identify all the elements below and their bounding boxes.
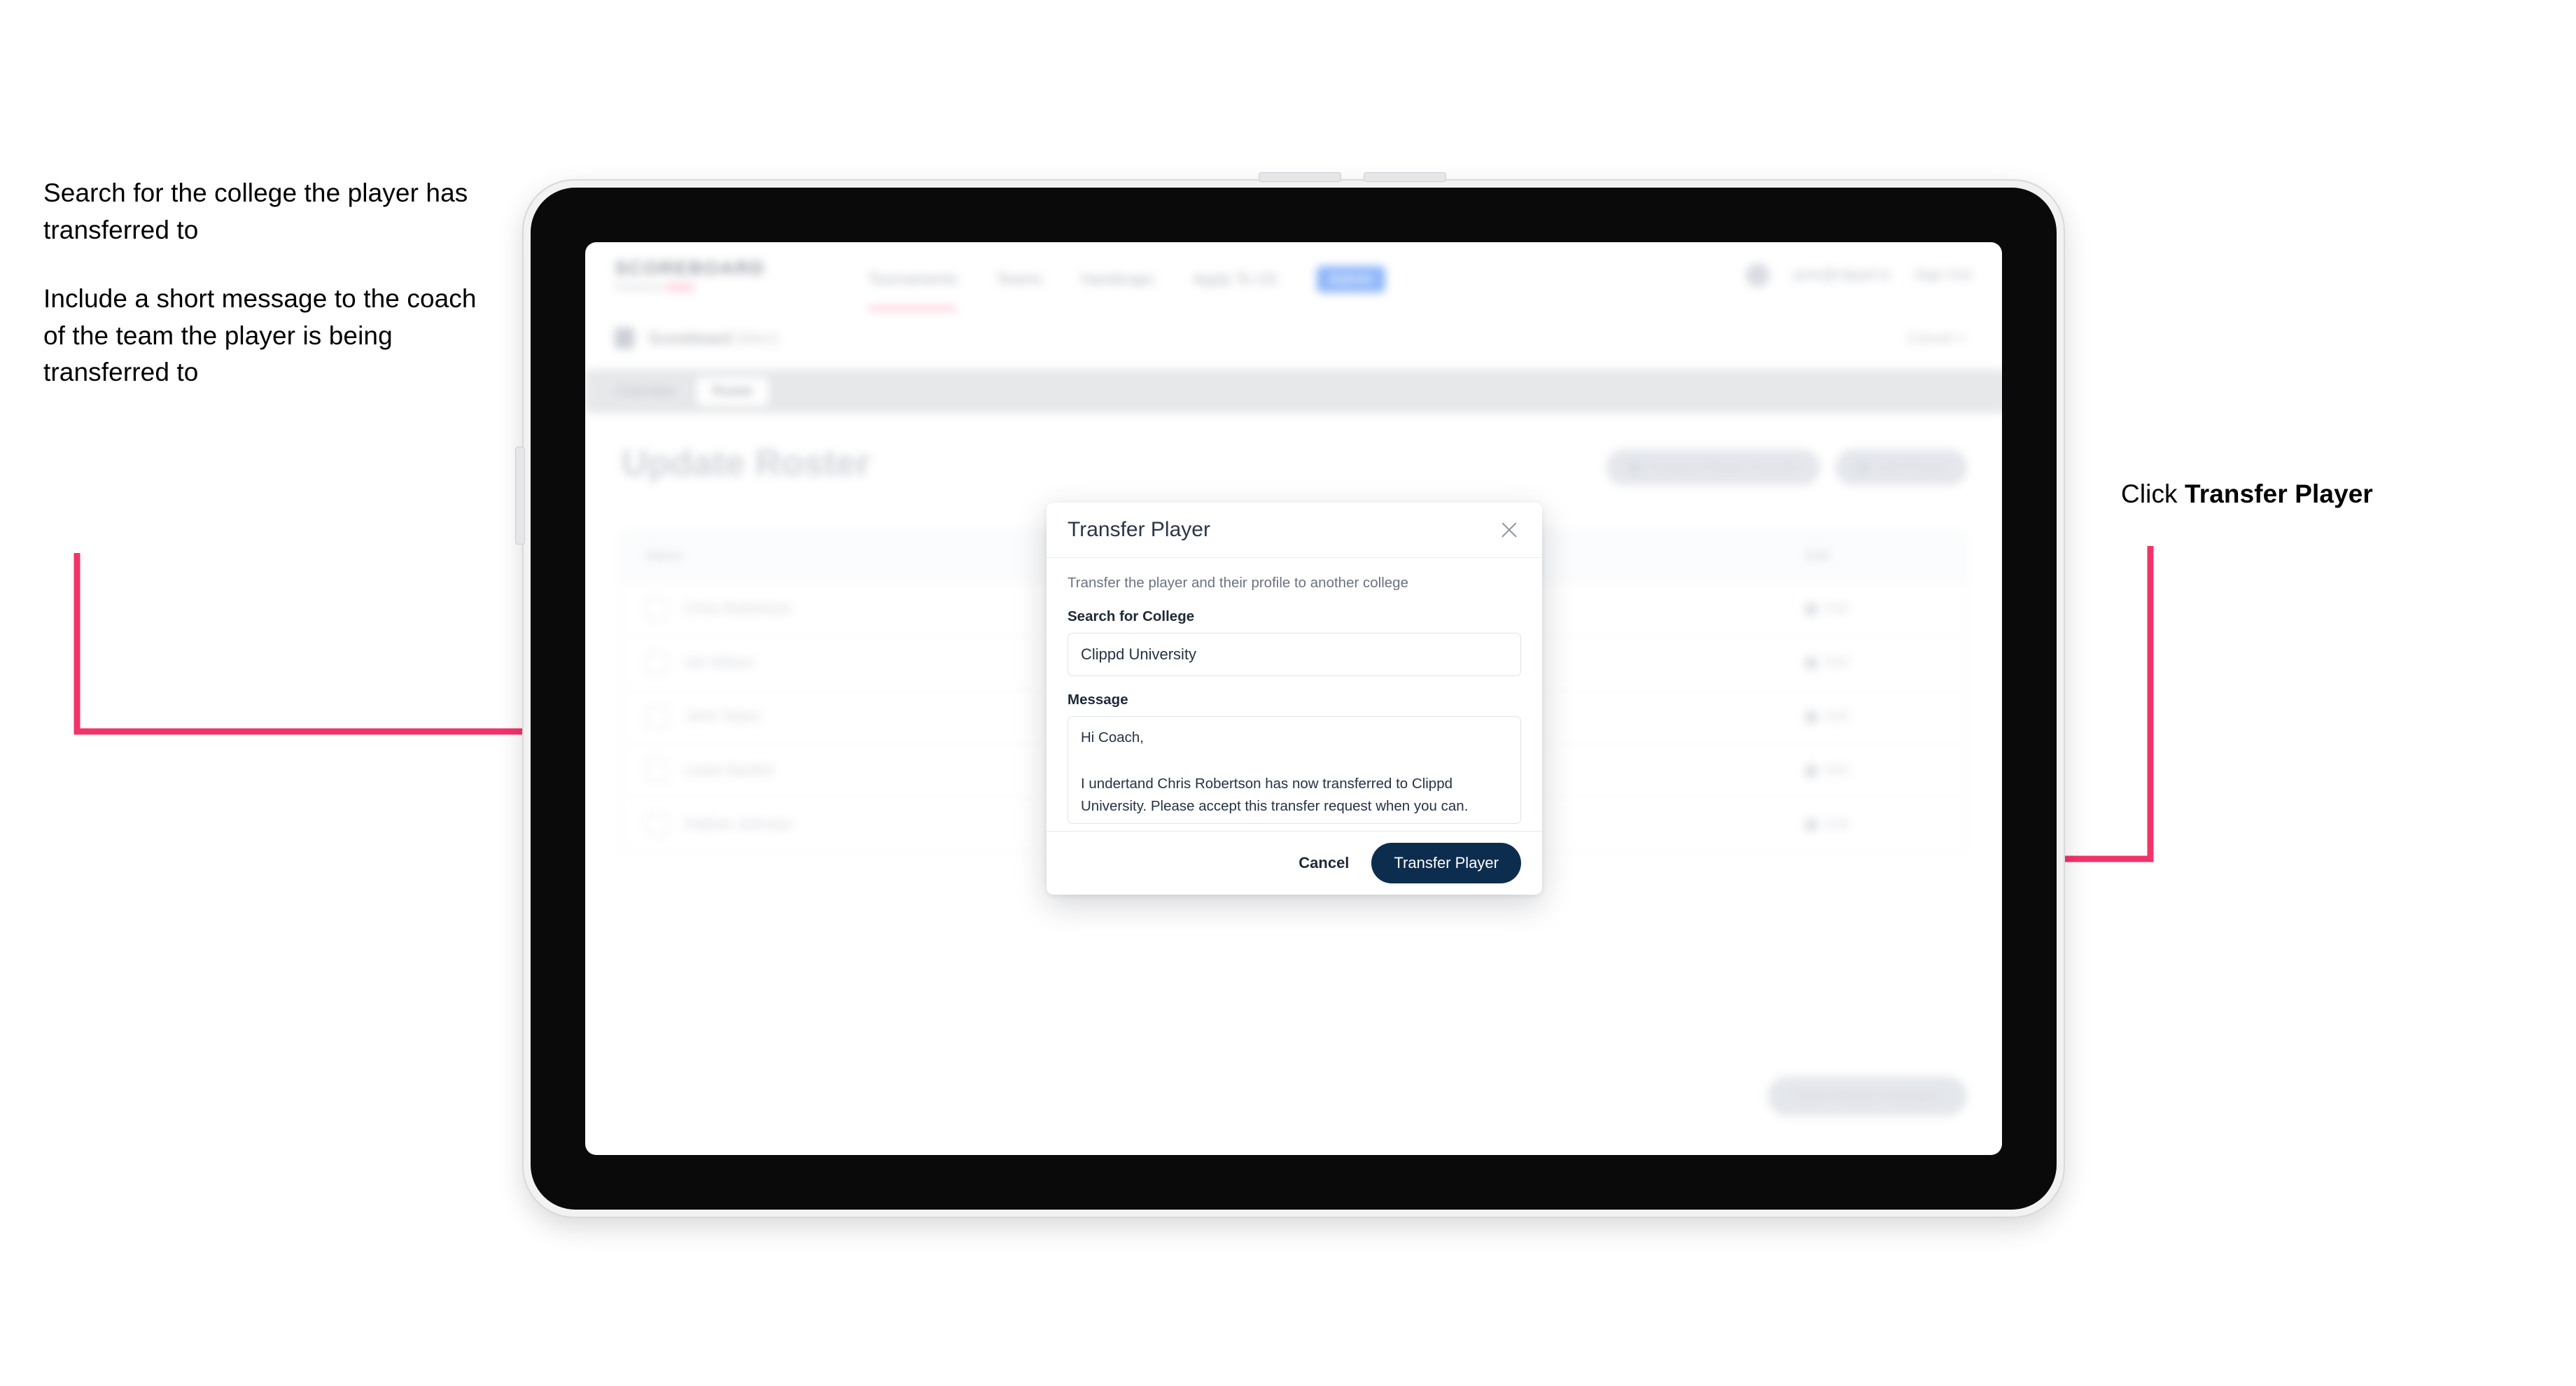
nav-links: Tournaments Teams Handicaps Apply To US … bbox=[868, 266, 1385, 312]
nav-user-email: jane@clippd.io bbox=[1793, 267, 1891, 283]
save-roster-changes-button[interactable]: Save Roster Changes bbox=[1767, 1077, 1967, 1116]
modal-header: Transfer Player bbox=[1046, 503, 1542, 558]
add-player-label: Add Player bbox=[1877, 459, 1946, 475]
message-textarea[interactable] bbox=[1068, 716, 1521, 824]
save-bar: Save Roster Changes bbox=[1767, 1077, 1967, 1116]
transfer-player-modal: Transfer Player Transfer the player and … bbox=[1046, 503, 1542, 895]
transfer-player-button[interactable]: Transfer Player bbox=[1371, 843, 1521, 883]
edit-link[interactable]: Edit bbox=[1826, 763, 1849, 778]
row-action-cell[interactable]: Edit bbox=[1777, 708, 1966, 726]
breadcrumb-title: Scoreboard (Men) bbox=[648, 329, 778, 348]
row-action-cell[interactable]: Edit bbox=[1777, 816, 1966, 834]
nav-link-teams[interactable]: Teams bbox=[996, 270, 1042, 288]
breadcrumb-bar: Scoreboard (Men) Cancel × bbox=[585, 309, 2002, 370]
modal-title: Transfer Player bbox=[1068, 518, 1210, 541]
annotation-right-prefix: Click bbox=[2121, 479, 2185, 508]
power-button[interactable] bbox=[515, 447, 525, 545]
nav-link-admin[interactable]: Admin bbox=[1316, 266, 1385, 293]
annotation-right: Click Transfer Player bbox=[2121, 476, 2513, 513]
transfer-icon bbox=[1627, 461, 1640, 474]
brand-logo[interactable]: SCOREBOARD Powered by Clippd bbox=[615, 258, 765, 292]
field-spacer bbox=[1068, 676, 1521, 692]
row-action-cell[interactable]: Edit bbox=[1777, 762, 1966, 780]
tabs-bar: Overview Roster bbox=[585, 370, 2002, 413]
annotation-right-bold: Transfer Player bbox=[2185, 479, 2373, 508]
request-player-transfer-label: Request Player Transfer bbox=[1648, 459, 1800, 475]
row-checkbox[interactable] bbox=[646, 598, 668, 620]
pencil-icon bbox=[1802, 600, 1820, 618]
brand-wordmark: SCOREBOARD bbox=[615, 258, 766, 279]
scoreboard-icon bbox=[615, 328, 634, 349]
nav-user-area: jane@clippd.io Sign Out bbox=[1746, 263, 1971, 287]
brand-tagline-prefix: Powered by bbox=[615, 281, 666, 292]
column-header-edit: Edit bbox=[1805, 549, 1830, 564]
page-title: Update Roster bbox=[622, 443, 871, 484]
modal-subtitle: Transfer the player and their profile to… bbox=[1068, 575, 1408, 591]
pencil-icon bbox=[1802, 816, 1820, 834]
nav-link-tournaments[interactable]: Tournaments bbox=[868, 270, 958, 312]
breadcrumb: Scoreboard (Men) bbox=[615, 328, 778, 349]
row-action-cell[interactable]: Edit bbox=[1777, 600, 1966, 618]
volume-up-button[interactable] bbox=[1259, 172, 1341, 182]
player-name: Nathan Johnson bbox=[685, 816, 792, 832]
row-checkbox[interactable] bbox=[646, 652, 668, 674]
player-name: Lewis Barden bbox=[685, 762, 775, 778]
edit-link[interactable]: Edit bbox=[1826, 817, 1849, 832]
nav-link-apply-to-us[interactable]: Apply To US bbox=[1193, 270, 1278, 288]
row-checkbox[interactable] bbox=[646, 760, 668, 782]
row-action-cell[interactable]: Edit bbox=[1777, 654, 1966, 672]
modal-footer: Cancel Transfer Player bbox=[1046, 831, 1542, 895]
add-player-button[interactable]: Add Player bbox=[1835, 449, 1967, 485]
page-actions: Request Player Transfer Add Player bbox=[1606, 449, 1967, 485]
search-college-input[interactable] bbox=[1068, 633, 1521, 676]
player-name: Ian Wilson bbox=[685, 654, 755, 671]
volume-down-button[interactable] bbox=[1364, 172, 1446, 182]
close-icon[interactable] bbox=[1497, 518, 1521, 542]
tab-roster[interactable]: Roster bbox=[696, 377, 769, 406]
message-field-label: Message bbox=[1068, 692, 1128, 708]
pencil-icon bbox=[1802, 762, 1820, 780]
cancel-button[interactable]: Cancel bbox=[1294, 853, 1353, 873]
player-name: Chris Robertson bbox=[685, 601, 792, 617]
plus-icon bbox=[1856, 461, 1870, 474]
nav-link-handicaps[interactable]: Handicaps bbox=[1081, 270, 1154, 288]
annotation-left-line-2: Include a short message to the coach of … bbox=[43, 284, 477, 387]
row-checkbox[interactable] bbox=[646, 813, 668, 836]
request-player-transfer-button[interactable]: Request Player Transfer bbox=[1606, 449, 1821, 485]
modal-body: Transfer the player and their profile to… bbox=[1046, 558, 1542, 837]
row-checkbox[interactable] bbox=[646, 706, 668, 728]
college-field-label: Search for College bbox=[1068, 608, 1195, 624]
edit-link[interactable]: Edit bbox=[1826, 601, 1849, 617]
edit-link[interactable]: Edit bbox=[1826, 655, 1849, 671]
tab-overview[interactable]: Overview bbox=[601, 377, 690, 406]
player-name: John Taylor bbox=[685, 708, 761, 724]
sign-out-link[interactable]: Sign Out bbox=[1914, 267, 1971, 284]
annotation-left-line-1: Search for the college the player has tr… bbox=[43, 178, 468, 244]
top-navbar: SCOREBOARD Powered by Clippd Tournaments… bbox=[585, 242, 2002, 312]
breadcrumb-title-main: Scoreboard bbox=[648, 328, 732, 347]
pencil-icon bbox=[1802, 654, 1820, 672]
breadcrumb-cancel-button[interactable]: Cancel × bbox=[1907, 330, 1966, 347]
brand-tagline: Powered by Clippd bbox=[615, 281, 765, 292]
avatar[interactable] bbox=[1746, 263, 1770, 287]
edit-link[interactable]: Edit bbox=[1826, 709, 1849, 724]
pencil-icon bbox=[1802, 708, 1820, 726]
annotation-left: Search for the college the player has tr… bbox=[43, 175, 491, 424]
brand-tagline-accent: Clippd bbox=[665, 281, 694, 292]
breadcrumb-title-suffix: (Men) bbox=[736, 328, 778, 347]
